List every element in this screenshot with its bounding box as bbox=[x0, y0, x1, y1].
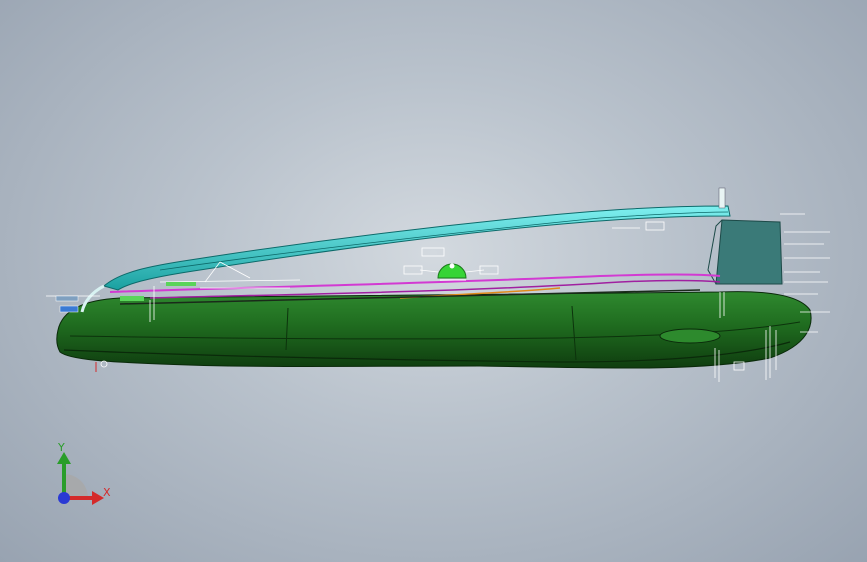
red-marker bbox=[95, 360, 108, 372]
y-axis-label: Y bbox=[58, 441, 65, 454]
z-axis-dot bbox=[58, 492, 70, 504]
internal-curve-magenta bbox=[109, 273, 721, 293]
center-marker[interactable] bbox=[419, 263, 485, 281]
rear-post-cap bbox=[718, 187, 726, 209]
graphics-viewport[interactable]: Y X bbox=[0, 0, 867, 562]
handle-bulge[interactable] bbox=[659, 328, 721, 344]
top-rail-arch[interactable] bbox=[102, 205, 731, 291]
x-axis-label: X bbox=[103, 486, 111, 499]
rear-panel[interactable] bbox=[715, 219, 783, 285]
cad-model-view[interactable] bbox=[0, 0, 867, 562]
